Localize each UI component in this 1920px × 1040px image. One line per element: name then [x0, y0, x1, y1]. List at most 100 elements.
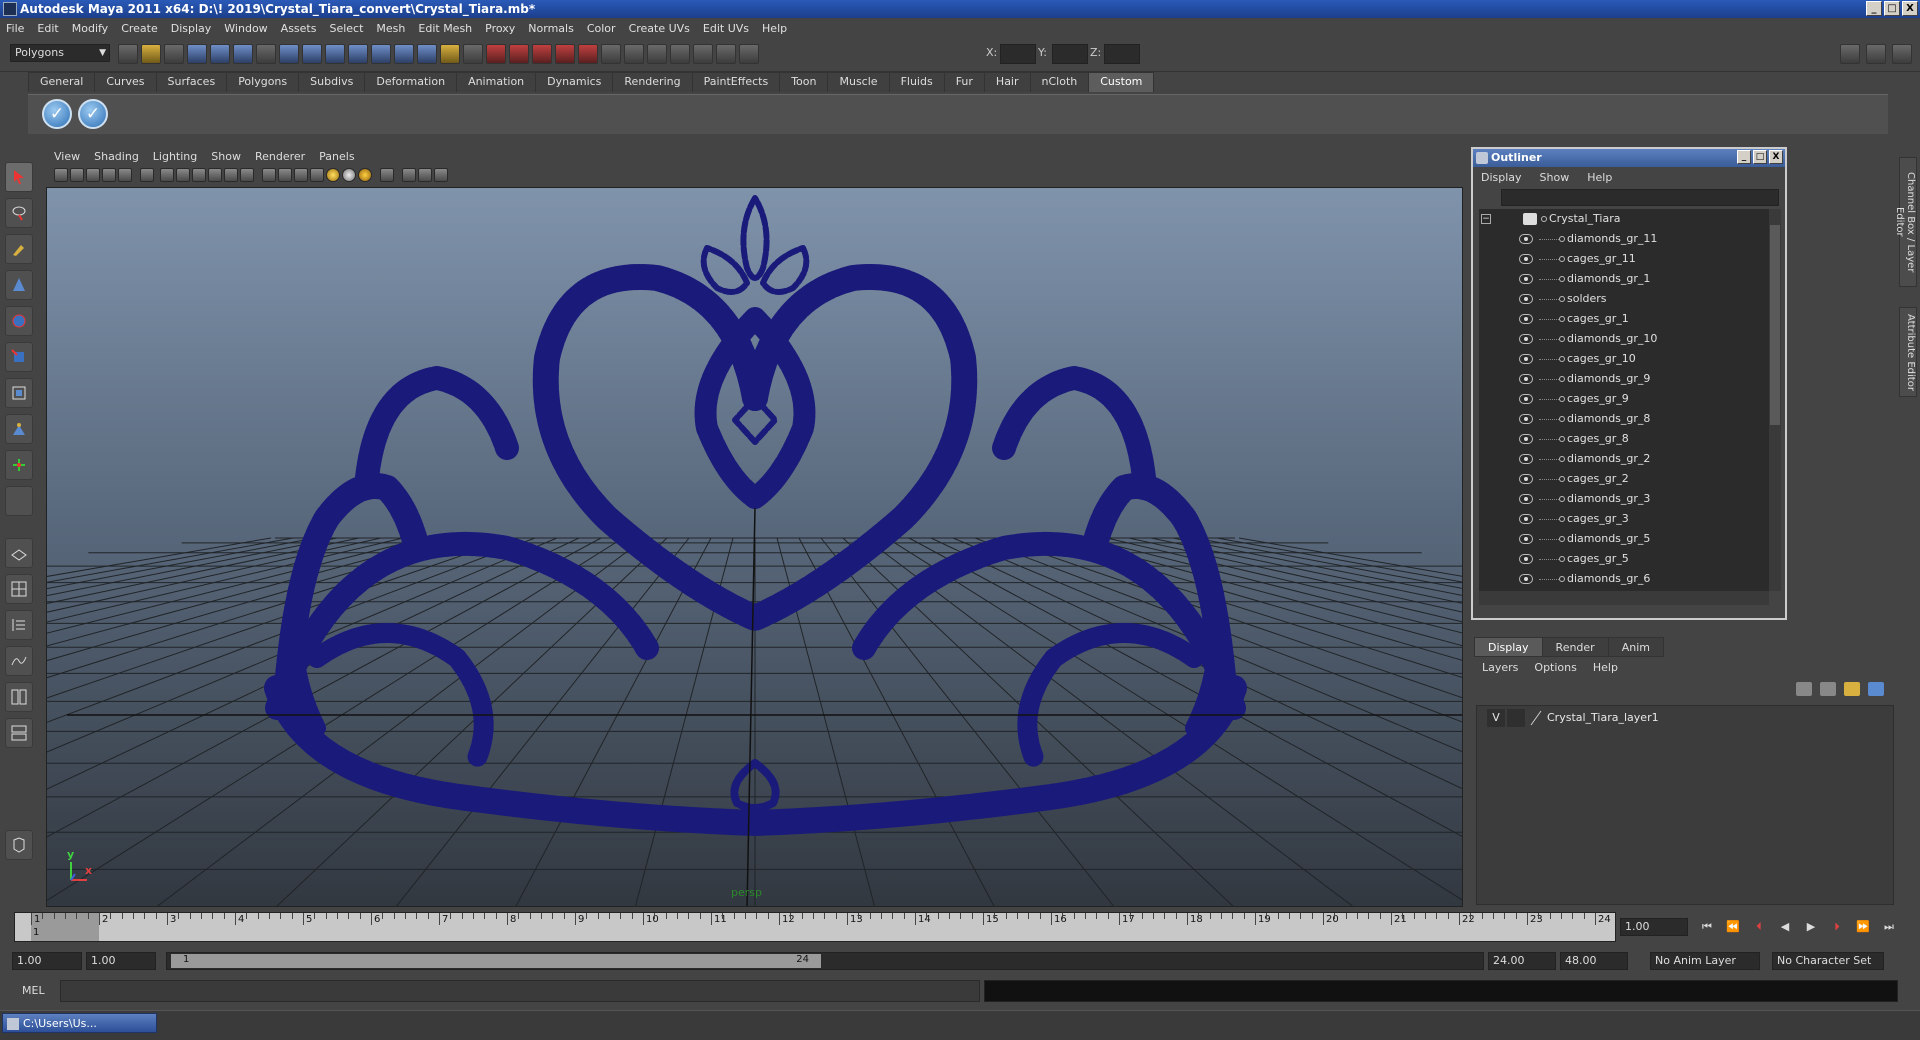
snap-grid-icon[interactable] — [279, 44, 299, 64]
outliner-item[interactable]: diamonds_gr_3 — [1479, 489, 1769, 509]
play-backward-icon[interactable]: ◀ — [1776, 918, 1794, 936]
four-view-layout-icon[interactable] — [5, 574, 33, 604]
hypershade-icon[interactable] — [555, 44, 575, 64]
transform-mode-icon[interactable] — [739, 44, 759, 64]
single-perspective-layout-icon[interactable] — [5, 538, 33, 568]
menu-color[interactable]: Color — [587, 22, 616, 35]
current-time-field[interactable]: 1.00 — [1620, 918, 1688, 936]
shelf-tab-subdivs[interactable]: Subdivs — [298, 72, 366, 92]
outliner-item[interactable]: cages_gr_9 — [1479, 389, 1769, 409]
isolate-select-icon[interactable] — [380, 168, 394, 182]
ipr-render-icon[interactable] — [509, 44, 529, 64]
time-slider[interactable]: 1 1 2 3 4 5 6 7 8 9 10 11 12 13 14 15 16 17 18 19 20 21 22 23 2… — [14, 912, 1616, 942]
layer-menu-layers[interactable]: Layers — [1482, 661, 1518, 674]
menu-normals[interactable]: Normals — [528, 22, 574, 35]
gate-mask-icon[interactable] — [192, 168, 206, 182]
move-up-icon[interactable] — [1844, 682, 1860, 696]
2d-pan-zoom-icon[interactable] — [118, 168, 132, 182]
wireframe-on-shaded-icon[interactable] — [294, 168, 308, 182]
menu-file[interactable]: File — [6, 22, 24, 35]
render-settings-icon[interactable] — [532, 44, 552, 64]
go-to-start-icon[interactable]: ⏮ — [1698, 918, 1716, 936]
menu-edit-uvs[interactable]: Edit UVs — [703, 22, 749, 35]
z-field[interactable] — [1104, 44, 1140, 64]
shelf-tab-animation[interactable]: Animation — [456, 72, 537, 92]
new-layer-selected-icon[interactable] — [1820, 682, 1836, 696]
make-live-icon[interactable] — [371, 44, 391, 64]
menu-display[interactable]: Display — [171, 22, 212, 35]
step-forward-icon[interactable]: ⏩ — [1854, 918, 1872, 936]
render-current-frame-icon[interactable] — [486, 44, 506, 64]
outliner-root-item[interactable]: − Crystal_Tiara — [1479, 209, 1769, 229]
menu-create[interactable]: Create — [121, 22, 158, 35]
menu-select[interactable]: Select — [329, 22, 363, 35]
history-icon[interactable] — [394, 44, 414, 64]
outliner-item[interactable]: diamonds_gr_5 — [1479, 529, 1769, 549]
menu-modify[interactable]: Modify — [72, 22, 108, 35]
outliner-item[interactable]: cages_gr_3 — [1479, 509, 1769, 529]
shelf-tab-muscle[interactable]: Muscle — [827, 72, 890, 92]
viewport-menu-lighting[interactable]: Lighting — [153, 150, 197, 163]
menu-proxy[interactable]: Proxy — [485, 22, 515, 35]
step-back-key-icon[interactable]: ⏴ — [1750, 918, 1768, 936]
outliner-item[interactable]: diamonds_gr_1 — [1479, 269, 1769, 289]
side-tab-channel-box[interactable]: Channel Box / Layer Editor — [1894, 157, 1917, 287]
persp-outliner-layout-icon[interactable] — [5, 610, 33, 640]
move-down-icon[interactable] — [1868, 682, 1884, 696]
wireframe-icon[interactable] — [262, 168, 276, 182]
sidebar-toggle-icon[interactable] — [624, 44, 644, 64]
select-by-component-icon[interactable] — [233, 44, 253, 64]
minimized-window-item[interactable]: C:\Users\Us... — [2, 1013, 157, 1033]
layer-tab-display[interactable]: Display — [1474, 637, 1543, 657]
persp-graph-hypergraph-layout-icon[interactable] — [5, 718, 33, 748]
outliner-menu-help[interactable]: Help — [1587, 171, 1612, 184]
outliner-item[interactable]: cages_gr_8 — [1479, 429, 1769, 449]
shelf-tab-fluids[interactable]: Fluids — [888, 72, 945, 92]
show-manipulator-tool[interactable] — [5, 450, 33, 480]
lasso-tool[interactable] — [5, 198, 33, 228]
safe-title-icon[interactable] — [240, 168, 254, 182]
select-tool[interactable] — [5, 162, 33, 192]
viewport-menu-show[interactable]: Show — [211, 150, 241, 163]
go-to-end-icon[interactable]: ⏭ — [1880, 918, 1898, 936]
menu-window[interactable]: Window — [224, 22, 267, 35]
all-lights-icon[interactable] — [342, 168, 356, 182]
shelf-tab-dynamics[interactable]: Dynamics — [535, 72, 614, 92]
viewport-menu-panels[interactable]: Panels — [319, 150, 354, 163]
new-scene-icon[interactable] — [118, 44, 138, 64]
shelf-tab-fur[interactable]: Fur — [943, 72, 985, 92]
shelf-tab-surfaces[interactable]: Surfaces — [155, 72, 228, 92]
new-layer-icon[interactable] — [1796, 682, 1812, 696]
rotate-tool[interactable] — [5, 306, 33, 336]
layer-menu-options[interactable]: Options — [1534, 661, 1576, 674]
range-slider[interactable]: 1 24 — [166, 952, 1484, 970]
outliner-item[interactable]: diamonds_gr_11 — [1479, 229, 1769, 249]
outliner-close-button[interactable]: X — [1769, 150, 1783, 164]
save-scene-icon[interactable] — [164, 44, 184, 64]
layer-playback-toggle[interactable] — [1507, 709, 1525, 727]
maximize-button[interactable]: □ — [1884, 1, 1900, 16]
xray-icon[interactable] — [402, 168, 416, 182]
outliner-item[interactable]: solders — [1479, 289, 1769, 309]
play-forward-icon[interactable]: ▶ — [1802, 918, 1820, 936]
animation-end-field[interactable]: 48.00 — [1560, 952, 1628, 970]
shelf-tab-rendering[interactable]: Rendering — [612, 72, 693, 92]
layer-menu-help[interactable]: Help — [1593, 661, 1618, 674]
universal-manipulator-tool[interactable] — [5, 378, 33, 408]
mel-input-field[interactable] — [60, 980, 980, 1002]
move-tool[interactable] — [5, 270, 33, 300]
outliner-item[interactable]: diamonds_gr_10 — [1479, 329, 1769, 349]
select-by-object-icon[interactable] — [210, 44, 230, 64]
shelf-tab-painteffects[interactable]: PaintEffects — [691, 72, 781, 92]
outliner-vertical-scrollbar[interactable] — [1769, 209, 1781, 591]
minimize-button[interactable]: _ — [1866, 1, 1882, 16]
viewport-menu-view[interactable]: View — [54, 150, 80, 163]
shelf-tab-hair[interactable]: Hair — [983, 72, 1031, 92]
menu-edit-mesh[interactable]: Edit Mesh — [418, 22, 472, 35]
channel-box-toggle-icon[interactable] — [1866, 44, 1886, 64]
playback-end-field[interactable]: 24.00 — [1488, 952, 1556, 970]
textured-icon[interactable] — [310, 168, 324, 182]
viewport-menu-renderer[interactable]: Renderer — [255, 150, 305, 163]
menu-mesh[interactable]: Mesh — [376, 22, 405, 35]
shelf-check-button-2[interactable]: ✓ — [78, 99, 108, 129]
